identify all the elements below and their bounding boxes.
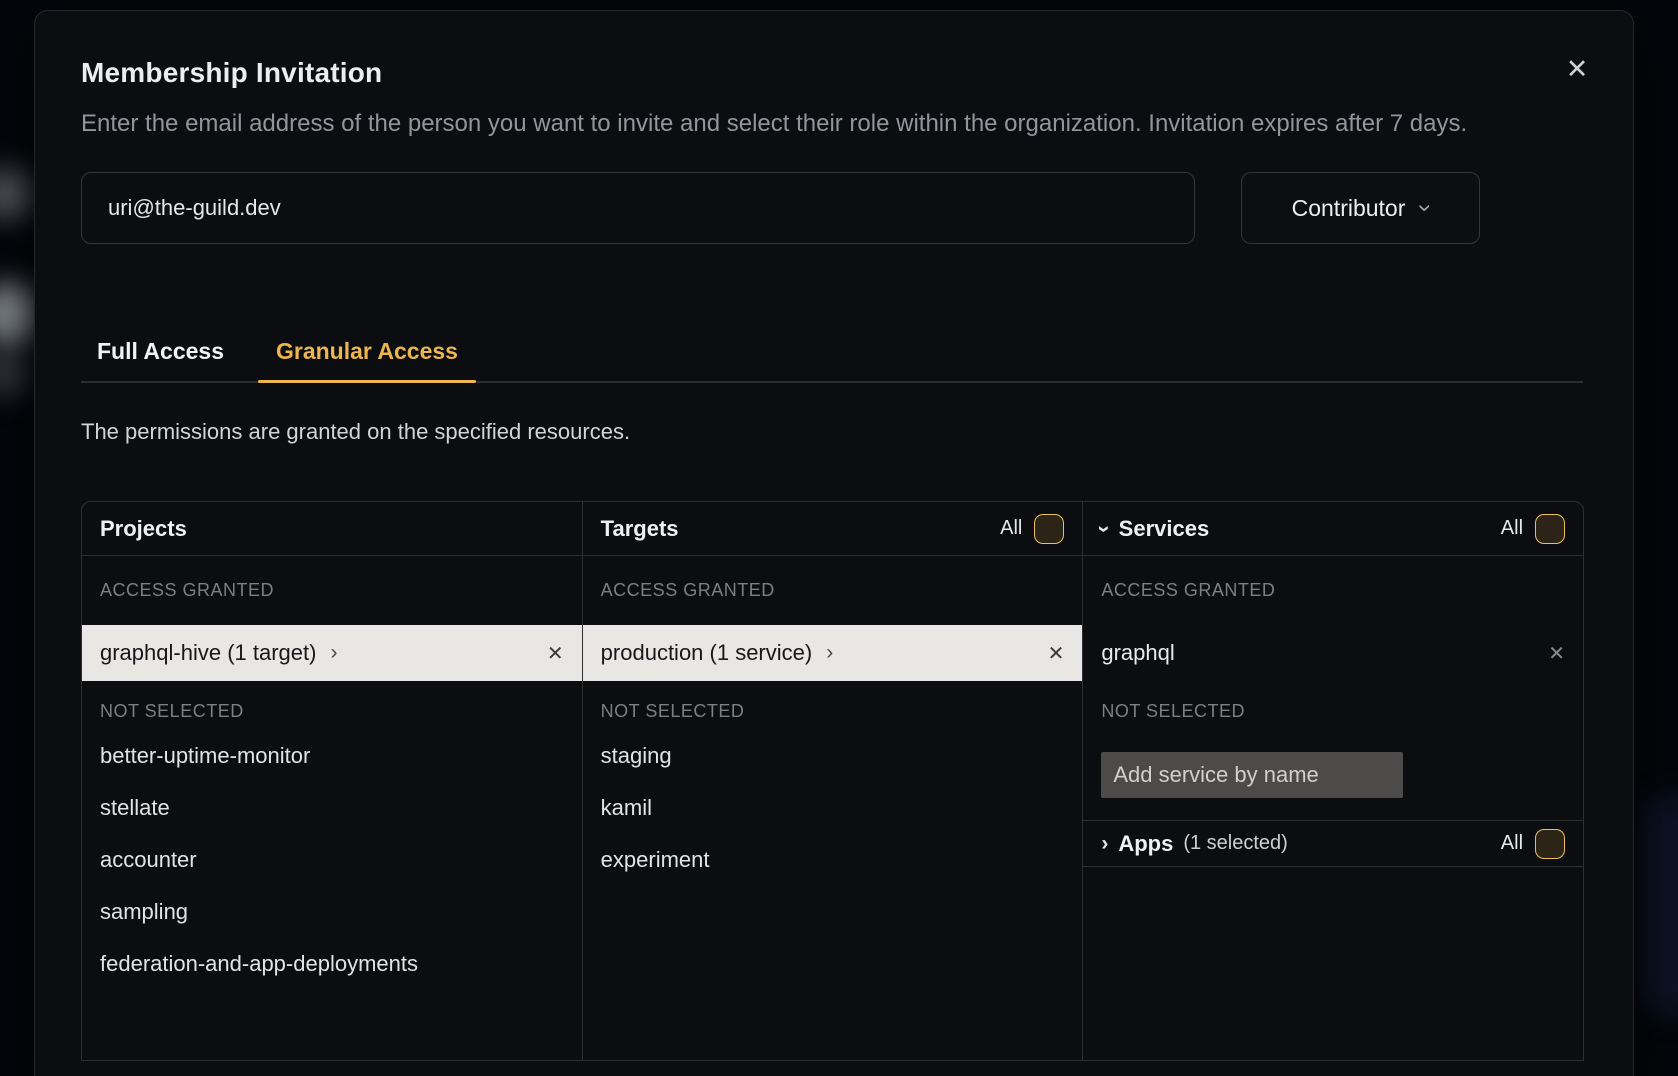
access-granted-label: ACCESS GRANTED [1101, 580, 1565, 601]
background-blur-blob [0, 282, 38, 346]
project-list-item[interactable]: better-uptime-monitor [82, 730, 582, 782]
services-all-label: All [1501, 517, 1523, 540]
project-list-item[interactable]: accounter [82, 834, 582, 886]
apps-all-group: All [1501, 829, 1565, 859]
resource-picker-panel: Projects ACCESS GRANTED graphql-hive (1 … [81, 501, 1584, 1061]
targets-column: Targets All ACCESS GRANTED production (1… [582, 502, 1083, 1060]
role-select-value: Contributor [1292, 195, 1406, 222]
targets-all-label: All [1000, 517, 1022, 540]
target-list-item[interactable]: kamil [583, 782, 1083, 834]
project-list-item[interactable]: federation-and-app-deployments [82, 938, 582, 990]
granted-project-label: graphql-hive (1 target) [100, 640, 316, 666]
apps-title: Apps [1118, 831, 1173, 857]
granted-target-label: production (1 service) [601, 640, 813, 666]
background-blur-blob [1638, 796, 1678, 1016]
background-blur-blob [0, 168, 34, 220]
add-service-input[interactable] [1101, 752, 1403, 798]
targets-not-selected-list: staging kamil experiment [583, 730, 1083, 886]
project-list-item[interactable]: sampling [82, 886, 582, 938]
target-list-item[interactable]: experiment [583, 834, 1083, 886]
remove-target-icon[interactable]: ✕ [1048, 641, 1065, 666]
granted-target-row[interactable]: production (1 service) › ✕ [583, 625, 1083, 681]
projects-column-header: Projects [82, 502, 582, 556]
not-selected-label: NOT SELECTED [1101, 701, 1565, 722]
close-icon: ✕ [1566, 54, 1589, 84]
targets-column-header: Targets All [583, 502, 1083, 556]
access-tab-bar: Full Access Granular Access [81, 338, 1583, 383]
services-column-title: Services [1119, 516, 1210, 542]
services-column-body: ACCESS GRANTED graphql ✕ NOT SELECTED [1083, 556, 1583, 821]
remove-project-icon[interactable]: ✕ [547, 641, 564, 666]
dialog-description: Enter the email address of the person yo… [81, 105, 1493, 142]
chevron-down-icon: › [1411, 204, 1439, 212]
targets-column-body: ACCESS GRANTED production (1 service) › … [583, 556, 1083, 886]
background-blur-blob [0, 352, 28, 396]
services-column-filler [1083, 867, 1583, 1060]
granted-service-label: graphql [1101, 640, 1174, 666]
apps-selected-count: (1 selected) [1183, 832, 1288, 855]
granted-service-row[interactable]: graphql ✕ [1083, 625, 1583, 681]
page-background: ✕ Membership Invitation Enter the email … [0, 0, 1678, 1076]
services-column-header[interactable]: › Services All [1083, 502, 1583, 556]
services-all-group: All [1501, 514, 1565, 544]
close-button[interactable]: ✕ [1559, 51, 1595, 87]
targets-all-group: All [1000, 514, 1064, 544]
not-selected-label: NOT SELECTED [100, 701, 564, 722]
access-granted-label: ACCESS GRANTED [601, 580, 1065, 601]
role-select[interactable]: Contributor › [1241, 172, 1480, 244]
not-selected-label: NOT SELECTED [601, 701, 1065, 722]
email-input[interactable] [81, 172, 1195, 244]
projects-not-selected-list: better-uptime-monitor stellate accounter… [82, 730, 582, 990]
projects-column-title: Projects [100, 516, 187, 542]
access-granted-label: ACCESS GRANTED [100, 580, 564, 601]
projects-column-body: ACCESS GRANTED graphql-hive (1 target) ›… [82, 556, 582, 990]
tab-full-access[interactable]: Full Access [87, 338, 234, 381]
permissions-note: The permissions are granted on the speci… [81, 419, 1583, 445]
apps-all-checkbox[interactable] [1535, 829, 1565, 859]
chevron-right-icon: › [1101, 832, 1108, 856]
chevron-right-icon: › [826, 641, 833, 665]
targets-all-checkbox[interactable] [1034, 514, 1064, 544]
membership-invitation-dialog: ✕ Membership Invitation Enter the email … [34, 10, 1634, 1076]
services-column: › Services All ACCESS GRANTED graphql ✕ … [1082, 502, 1583, 1060]
chevron-down-icon: › [1092, 525, 1118, 532]
invite-form-row: Contributor › [81, 172, 1583, 244]
chevron-right-icon: › [330, 641, 337, 665]
target-list-item[interactable]: staging [583, 730, 1083, 782]
dialog-title: Membership Invitation [81, 57, 1583, 89]
apps-all-label: All [1501, 832, 1523, 855]
remove-service-icon[interactable]: ✕ [1548, 641, 1565, 666]
projects-column: Projects ACCESS GRANTED graphql-hive (1 … [82, 502, 582, 1060]
apps-accordion-row[interactable]: › Apps (1 selected) All [1083, 821, 1583, 867]
services-all-checkbox[interactable] [1535, 514, 1565, 544]
granted-project-row[interactable]: graphql-hive (1 target) › ✕ [82, 625, 582, 681]
targets-column-title: Targets [601, 516, 679, 542]
tab-granular-access[interactable]: Granular Access [266, 338, 468, 381]
project-list-item[interactable]: stellate [82, 782, 582, 834]
